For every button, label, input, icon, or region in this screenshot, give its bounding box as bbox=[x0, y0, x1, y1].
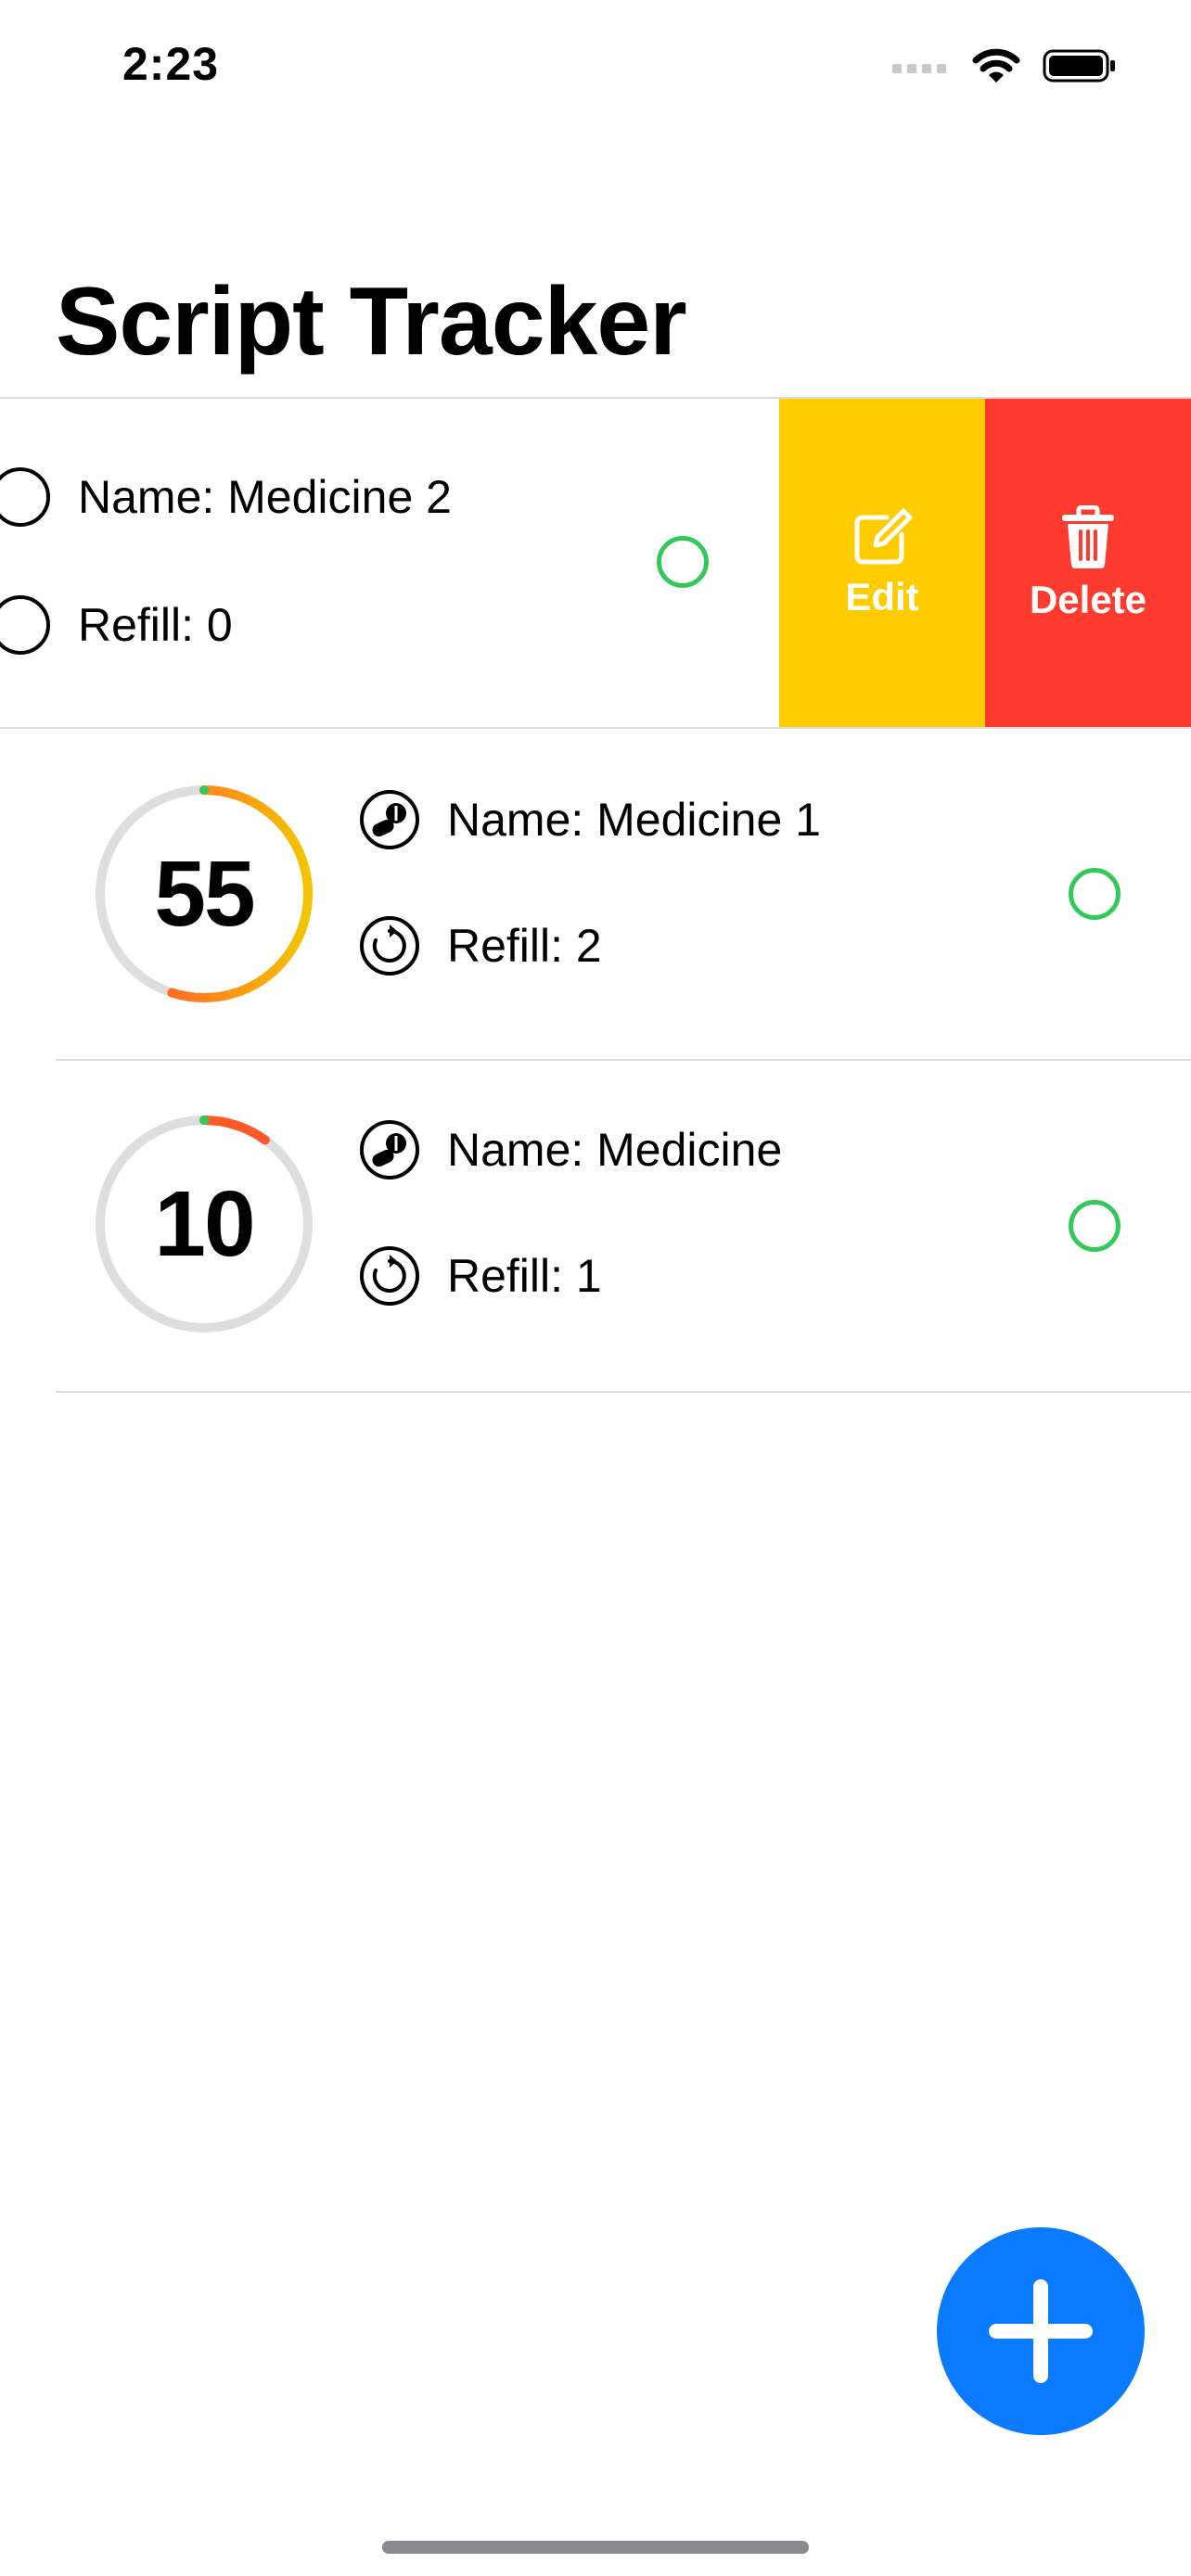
home-indicator[interactable] bbox=[382, 2541, 809, 2554]
edit-button[interactable]: Edit bbox=[779, 399, 985, 729]
refill-line: Refill: 0 bbox=[0, 593, 233, 657]
pills-icon bbox=[360, 1120, 419, 1180]
status-bar: 2:23 bbox=[0, 0, 1191, 130]
list-item[interactable]: 10 Name: Medicine Refill: 1 bbox=[0, 1061, 1191, 1391]
pills-icon bbox=[360, 790, 419, 849]
battery-icon bbox=[1043, 49, 1115, 83]
refill-line: Refill: 1 bbox=[358, 1244, 602, 1307]
refill-count: Refill: 2 bbox=[447, 920, 602, 972]
medicine-name: Name: Medicine 1 bbox=[447, 794, 821, 846]
delete-label: Delete bbox=[1029, 578, 1147, 621]
refill-count: Refill: 1 bbox=[447, 1250, 602, 1302]
refill-line: Refill: 2 bbox=[358, 914, 602, 977]
list-item[interactable]: Name: Medicine 2 Refill: 0 Edit Delete bbox=[0, 399, 1191, 729]
medicine-name: Name: Medicine 2 bbox=[78, 471, 452, 523]
pill-count: 10 bbox=[154, 1171, 255, 1276]
trash-icon bbox=[1062, 505, 1114, 568]
wifi-icon bbox=[972, 48, 1020, 83]
pills-icon bbox=[0, 467, 50, 527]
refill-count: Refill: 0 bbox=[78, 599, 233, 651]
row-separator bbox=[56, 1391, 1191, 1393]
plus-icon bbox=[989, 2279, 1093, 2383]
progress-ring: 55 bbox=[91, 781, 317, 1007]
row-content[interactable]: Name: Medicine 2 Refill: 0 bbox=[0, 399, 779, 729]
taken-check-circle[interactable] bbox=[1069, 1200, 1121, 1252]
name-line: Name: Medicine 1 bbox=[358, 788, 821, 851]
pill-count: 55 bbox=[154, 841, 255, 946]
edit-label: Edit bbox=[845, 575, 919, 618]
name-line: Name: Medicine 2 bbox=[0, 465, 452, 529]
cellular-signal-icon bbox=[892, 64, 946, 73]
taken-check-circle[interactable] bbox=[657, 536, 709, 588]
edit-icon bbox=[854, 508, 913, 565]
taken-check-circle[interactable] bbox=[1069, 868, 1121, 920]
progress-ring: 10 bbox=[91, 1111, 317, 1337]
page-title: Script Tracker bbox=[56, 268, 687, 376]
refill-icon bbox=[360, 916, 419, 976]
add-prescription-button[interactable] bbox=[937, 2227, 1145, 2435]
list-item[interactable]: 55 Name: Medicine 1 Refill: 2 bbox=[0, 729, 1191, 1059]
name-line: Name: Medicine bbox=[358, 1118, 782, 1181]
refill-icon bbox=[360, 1246, 419, 1306]
status-icons bbox=[892, 43, 1117, 89]
status-time: 2:23 bbox=[122, 38, 220, 90]
refill-icon bbox=[0, 595, 50, 655]
medicine-name: Name: Medicine bbox=[447, 1124, 783, 1176]
delete-button[interactable]: Delete bbox=[985, 399, 1191, 729]
